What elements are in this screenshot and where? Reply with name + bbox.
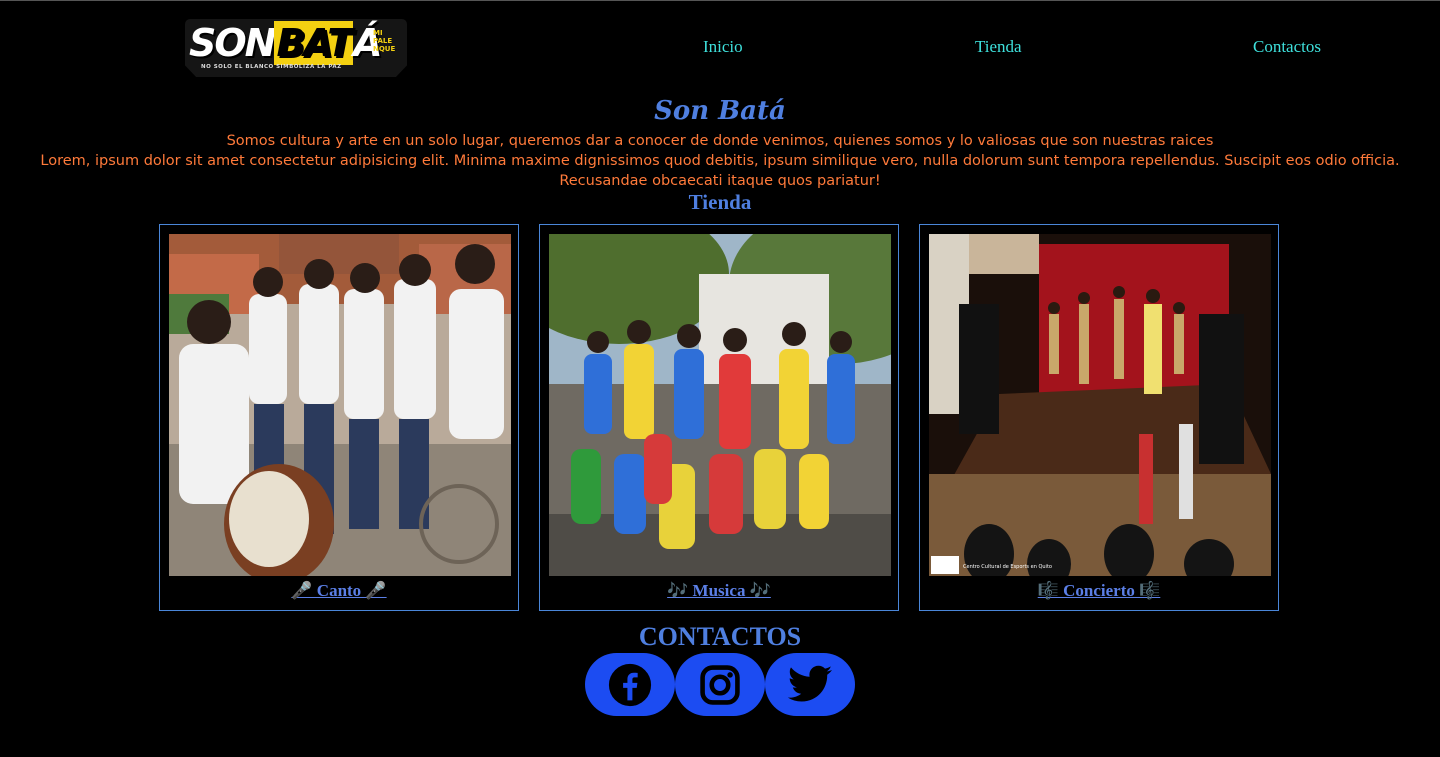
store-heading: Tienda — [688, 190, 752, 214]
store-card-musica[interactable]: 🎶 Musica 🎶 — [539, 224, 899, 611]
facebook-icon — [608, 663, 652, 706]
twitter-icon — [787, 665, 832, 701]
hero-description: Somos cultura y arte en un solo lugar, q… — [0, 131, 1440, 191]
contact-heading: CONTACTOS — [638, 622, 802, 651]
facebook-button[interactable] — [585, 653, 675, 716]
instagram-icon — [700, 664, 740, 705]
group-with-drum-photo[interactable] — [169, 234, 511, 576]
hero-lorem-text: Lorem, ipsum dolor sit amet consectetur … — [40, 153, 1400, 189]
son-bata-logo[interactable]: SONBATÁ MI PALE NQUE NO SOLO EL BLANCO S… — [185, 19, 407, 77]
drummers-in-park-photo[interactable] — [549, 234, 891, 576]
hero-title: Son Batá — [654, 96, 786, 126]
nav-link-contactos[interactable]: Contactos — [1253, 37, 1321, 57]
nav-link-tienda[interactable]: Tienda — [975, 37, 1022, 57]
photo-watermark: Centro Cultural de Esports en Quito — [963, 564, 1052, 570]
card-link-concierto[interactable]: 🎼 Concierto 🎼 — [920, 581, 1278, 601]
instagram-button[interactable] — [675, 653, 765, 716]
hero-intro-text: Somos cultura y arte en un solo lugar, q… — [226, 133, 1214, 149]
nav-link-inicio[interactable]: Inicio — [703, 37, 743, 57]
store-card-canto[interactable]: 🎤 Canto 🎤 — [159, 224, 519, 611]
twitter-button[interactable] — [765, 653, 855, 716]
logo-wordmark: SONBATÁ — [189, 21, 383, 65]
card-link-canto[interactable]: 🎤 Canto 🎤 — [160, 581, 518, 601]
store-card-concierto[interactable]: Centro Cultural de Esports en Quito 🎼 Co… — [919, 224, 1279, 611]
card-link-musica[interactable]: 🎶 Musica 🎶 — [540, 581, 898, 601]
top-navigation-bar: SONBATÁ MI PALE NQUE NO SOLO EL BLANCO S… — [0, 1, 1440, 91]
logo-side-text: MI PALE NQUE — [373, 29, 396, 53]
logo-tagline: NO SOLO EL BLANCO SIMBOLIZA LA PAZ — [201, 64, 342, 70]
concert-stage-photo[interactable]: Centro Cultural de Esports en Quito — [929, 234, 1271, 576]
store-cards: 🎤 Canto 🎤 🎶 Musica 🎶 Centro Cultural de … — [159, 224, 1281, 613]
